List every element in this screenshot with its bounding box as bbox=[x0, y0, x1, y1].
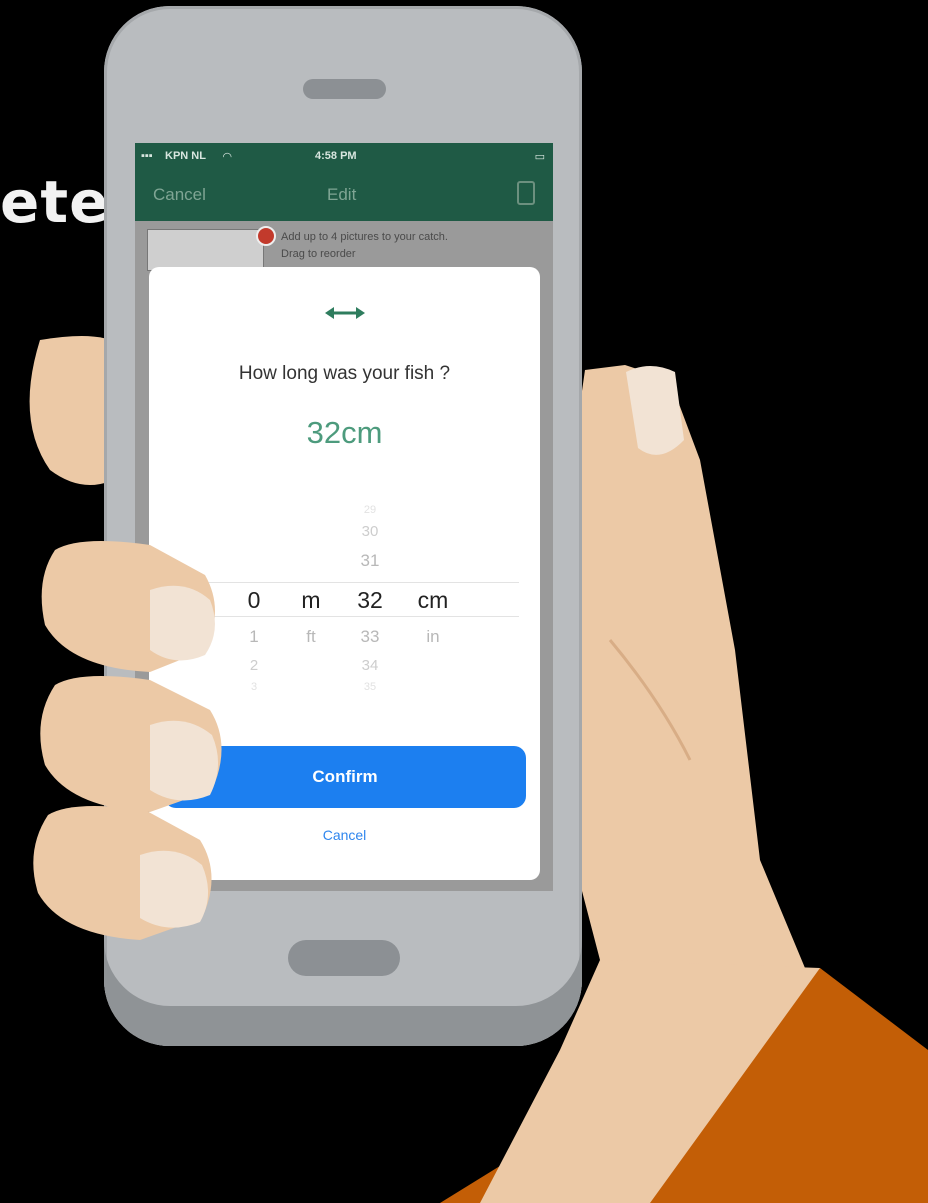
hand-illustration-front bbox=[33, 541, 222, 940]
finger-index bbox=[41, 541, 215, 672]
finger-middle bbox=[40, 676, 222, 812]
finger-ring bbox=[33, 806, 212, 940]
